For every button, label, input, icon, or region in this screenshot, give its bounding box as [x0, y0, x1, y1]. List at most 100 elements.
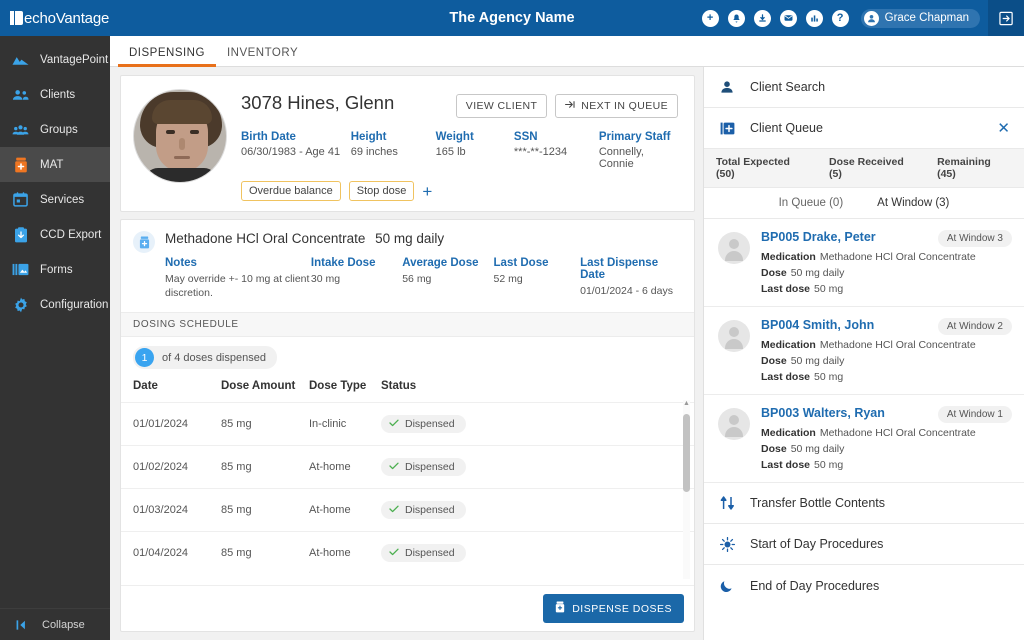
user-name: Grace Chapman: [884, 12, 969, 24]
queue-tabs: In Queue (0) At Window (3): [704, 188, 1024, 219]
queue-dose-line: Dose 50 mg daily: [761, 443, 1012, 455]
status-badge: Dispensed: [381, 501, 466, 520]
stat-total-expected: Total Expected (50): [716, 156, 790, 180]
tab-in-queue[interactable]: In Queue (0): [779, 197, 844, 209]
chart-circle-icon[interactable]: [805, 9, 823, 27]
cell-date: 01/03/2024: [121, 488, 221, 532]
medication-title: Methadone HCl Oral Concentrate 50 mg dai…: [165, 231, 680, 246]
list-item[interactable]: BP005 Drake, Peter At Window 3 Medicatio…: [704, 219, 1024, 307]
cell-status: Dispensed: [381, 402, 694, 446]
add-circle-icon[interactable]: +: [701, 9, 719, 27]
table-row[interactable]: 01/04/2024 85 mg At-home Dispensed: [121, 531, 694, 575]
transfer-bottle-contents-label: Transfer Bottle Contents: [750, 496, 886, 510]
queue-dose-line: Dose 50 mg daily: [761, 355, 1012, 367]
tab-inventory[interactable]: INVENTORY: [216, 47, 309, 66]
meta-label: SSN: [513, 131, 538, 143]
sidebar: VantagePoint Clients Groups MAT Services…: [0, 36, 110, 640]
med-meta-value: 52 mg: [493, 273, 523, 285]
dispense-footer: DISPENSE DOSES: [121, 585, 694, 631]
pill-bottle-icon: [555, 601, 565, 616]
brand-logo[interactable]: echoVantage: [0, 0, 110, 36]
tab-at-window[interactable]: At Window (3): [877, 197, 949, 209]
app-root: echoVantage The Agency Name + ? Grace Ch…: [0, 0, 1024, 640]
status-badge: At Window 2: [937, 318, 1012, 335]
med-meta-last-dose: Last Dose 52 mg: [494, 257, 581, 300]
table-scrollbar[interactable]: ▲: [683, 400, 690, 579]
client-search-row[interactable]: Client Search: [704, 67, 1024, 108]
sidebar-collapse-button[interactable]: Collapse: [0, 608, 110, 640]
close-icon[interactable]: ✕: [997, 121, 1010, 136]
cell-amount: 85 mg: [221, 402, 309, 446]
queue-medication-label: Medication: [761, 427, 816, 439]
start-of-day-procedures-row[interactable]: Start of Day Procedures: [704, 524, 1024, 565]
cell-type: At-home: [309, 445, 381, 489]
logout-button[interactable]: [988, 0, 1024, 36]
bell-icon[interactable]: [727, 9, 745, 27]
download-circle-icon[interactable]: [753, 9, 771, 27]
queue-medication-value: Methadone HCl Oral Concentrate: [819, 427, 976, 439]
sidebar-nav: VantagePoint Clients Groups MAT Services…: [0, 36, 110, 608]
scroll-up-arrow-icon[interactable]: ▲: [683, 400, 690, 407]
plus-icon[interactable]: +: [422, 183, 432, 200]
clipboard-download-icon: [12, 226, 29, 243]
next-in-queue-button[interactable]: NEXT IN QUEUE: [555, 94, 678, 118]
sidebar-item-services[interactable]: Services: [0, 182, 110, 217]
list-item[interactable]: BP003 Walters, Ryan At Window 1 Medicati…: [704, 395, 1024, 483]
user-menu[interactable]: Grace Chapman: [860, 8, 980, 28]
meta-height: Height 69 inches: [351, 131, 436, 170]
sidebar-item-mat[interactable]: MAT: [0, 147, 110, 182]
queue-client-name[interactable]: BP003 Walters, Ryan: [761, 406, 885, 420]
check-icon: [389, 547, 399, 559]
next-arrow-icon: [565, 100, 576, 112]
dispense-doses-button[interactable]: DISPENSE DOSES: [543, 594, 684, 623]
end-of-day-procedures-row[interactable]: End of Day Procedures: [704, 565, 1024, 606]
client-meta-row: Birth Date 06/30/1983 - Age 41 Height 69…: [241, 131, 678, 170]
table-row[interactable]: 01/01/2024 85 mg In-clinic Dispensed: [121, 402, 694, 446]
client-header-actions: VIEW CLIENT NEXT IN QUEUE: [455, 92, 678, 118]
medication-header: Methadone HCl Oral Concentrate 50 mg dai…: [121, 220, 694, 312]
app-body: VantagePoint Clients Groups MAT Services…: [0, 36, 1024, 640]
pill-bottle-icon: [133, 231, 155, 253]
sidebar-item-configuration[interactable]: Configuration: [0, 287, 110, 322]
help-circle-icon[interactable]: ?: [831, 9, 849, 27]
sidebar-item-vantagepoint[interactable]: VantagePoint: [0, 42, 110, 77]
queue-last-dose-line: Last dose 50 mg: [761, 283, 1012, 295]
table-header-row: Date Dose Amount Dose Type Status: [121, 376, 694, 403]
dispense-doses-label: DISPENSE DOSES: [572, 602, 672, 615]
queue-last-dose-line: Last dose 50 mg: [761, 371, 1012, 383]
queue-dose-label: Dose: [761, 267, 787, 279]
collapse-label: Collapse: [42, 618, 85, 631]
scrollbar-thumb[interactable]: [683, 414, 690, 493]
queue-dose-label: Dose: [761, 443, 787, 455]
cell-status: Dispensed: [381, 531, 694, 575]
table-row[interactable]: 01/02/2024 85 mg At-home Dispensed: [121, 445, 694, 489]
list-item[interactable]: BP004 Smith, John At Window 2 Medication…: [704, 307, 1024, 395]
tag-stop-dose[interactable]: Stop dose: [348, 181, 415, 201]
med-meta-value: 56 mg: [402, 273, 432, 285]
sidebar-item-groups[interactable]: Groups: [0, 112, 110, 147]
envelope-icon[interactable]: [779, 9, 797, 27]
column-status: Status: [381, 380, 417, 393]
sidebar-item-label: Services: [40, 193, 85, 206]
dispensing-column: 3078 Hines, Glenn VIEW CLIENT NEXT IN QU…: [110, 67, 703, 640]
sidebar-item-forms[interactable]: Forms: [0, 252, 110, 287]
collapse-left-icon: [14, 616, 31, 633]
column-date: Date: [133, 380, 158, 393]
meta-label: Height: [350, 131, 387, 143]
transfer-bottle-contents-row[interactable]: Transfer Bottle Contents: [704, 483, 1024, 524]
table-row[interactable]: 01/03/2024 85 mg At-home Dispensed: [121, 488, 694, 532]
client-search-label: Client Search: [750, 80, 826, 94]
queue-last-dose-value: 50 mg: [814, 459, 844, 471]
client-queue-row[interactable]: Client Queue ✕: [704, 108, 1024, 149]
transfer-icon: [718, 496, 736, 510]
queue-client-name[interactable]: BP004 Smith, John: [761, 318, 874, 332]
tab-dispensing[interactable]: DISPENSING: [118, 47, 216, 67]
tag-overdue-balance[interactable]: Overdue balance: [241, 181, 341, 201]
queue-client-name[interactable]: BP005 Drake, Peter: [761, 230, 876, 244]
sidebar-item-label: Forms: [40, 263, 73, 276]
view-client-button[interactable]: VIEW CLIENT: [455, 94, 548, 118]
meta-primary-staff: Primary Staff Connelly, Connie: [599, 131, 678, 170]
sidebar-item-ccd-export[interactable]: CCD Export: [0, 217, 110, 252]
dose-count-number: 1: [135, 348, 154, 368]
sidebar-item-clients[interactable]: Clients: [0, 77, 110, 112]
